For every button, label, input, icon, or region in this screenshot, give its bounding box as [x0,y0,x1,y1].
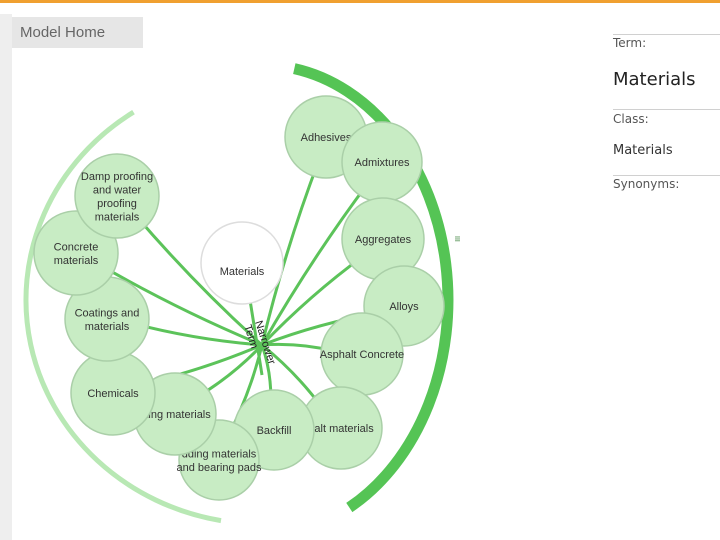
center-node[interactable]: Materials [200,221,284,305]
model-home-button[interactable]: Model Home [12,17,143,48]
center-node-circle[interactable] [200,221,284,305]
node-label-concrete-materials: materials [54,255,99,267]
node-label-asphalt-materials: halt materials [308,423,374,435]
divider [613,34,720,35]
node-damp-proofing[interactable]: Damp proofingand water proofingmaterials [74,153,160,239]
node-label-damp-proofing: Damp proofing [81,171,153,183]
node-label-backfill: Backfill [257,425,292,437]
node-asphalt-concrete[interactable]: Asphalt Concrete [320,312,404,396]
node-label-alloys: Alloys [389,301,419,313]
arc-grip-mark[interactable]: III [453,236,460,242]
synonyms-label: Synonyms: [613,177,680,191]
class-label: Class: [613,112,649,126]
node-chemicals[interactable]: Chemicals [70,350,156,436]
node-label-damp-proofing: materials [95,211,140,223]
node-label-coatings-and-materials: Coatings and [75,307,140,319]
node-label-damp-proofing: proofing [97,198,137,210]
concept-graph: III Adhesives Admixtures Aggregates Alloys A… [23,63,460,524]
term-info-panel: Term: Materials Class: Materials Synonym… [613,0,720,540]
node-label-chemicals: Chemicals [87,388,139,400]
node-label-damp-proofing: and water [93,184,142,196]
node-label-concrete-materials: Concrete [54,241,99,253]
term-label: Term: [613,36,647,50]
node-label-asphalt-concrete: Asphalt Concrete [320,349,404,361]
class-value[interactable]: Materials [613,143,673,158]
divider [613,109,720,110]
node-label-bedding-materials: and bearing pads [176,462,262,474]
node-label-coatings-and-materials: materials [85,321,130,333]
term-value: Materials [613,69,696,90]
node-label-admixtures: Admixtures [354,157,410,169]
center-node-label: Materials [220,266,265,278]
node-label-adhesives: Adhesives [301,132,352,144]
node-label-aggregates: Aggregates [355,234,412,246]
divider [613,175,720,176]
node-admixtures[interactable]: Admixtures [341,121,423,203]
